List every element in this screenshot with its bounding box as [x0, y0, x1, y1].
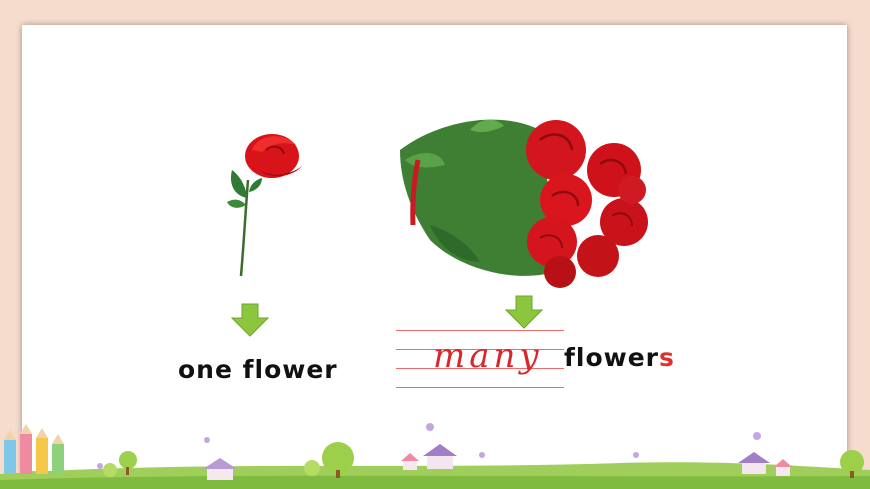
down-arrow-icon	[505, 295, 543, 329]
single-label: one flower	[178, 355, 338, 384]
plural-word-stem: flower	[564, 343, 660, 372]
slide-card	[22, 25, 847, 471]
quantifier-word: many	[433, 336, 543, 376]
plural-suffix: s	[659, 343, 675, 372]
plural-label: flowers	[564, 343, 675, 372]
down-arrow-icon	[231, 303, 269, 337]
